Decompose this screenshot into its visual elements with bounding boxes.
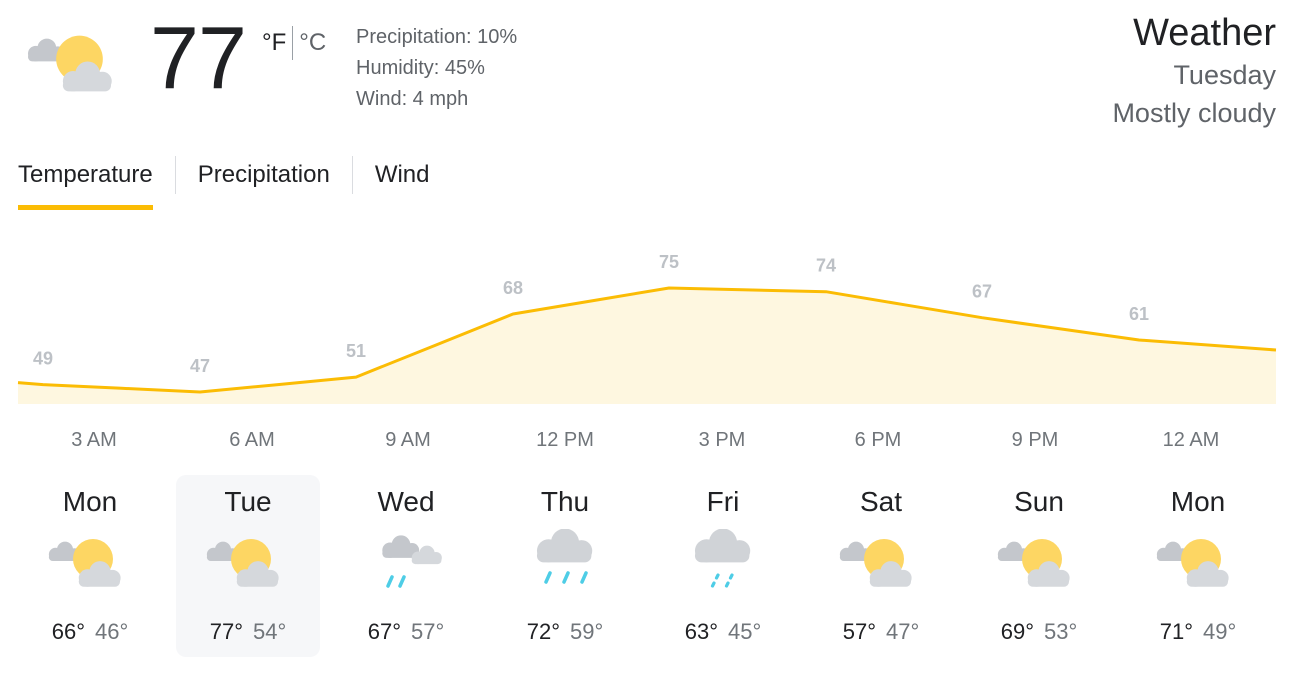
widget-title: Weather	[1133, 12, 1276, 54]
high-temp: 72°	[526, 619, 560, 644]
forecast-day-sun[interactable]: Sun 69° 53°	[967, 475, 1111, 657]
low-temp: 54°	[253, 619, 287, 644]
high-temp: 77°	[209, 619, 243, 644]
light-rain-icon	[678, 528, 768, 601]
partly-cloudy-icon	[203, 529, 293, 601]
high-temp: 63°	[684, 619, 718, 644]
partly-cloudy-icon	[994, 529, 1084, 601]
tab-divider	[174, 156, 176, 194]
time-label: 12 AM	[1162, 429, 1220, 451]
day-temperatures: 72° 59°	[493, 617, 637, 647]
day-temperatures: 66° 46°	[18, 617, 162, 647]
time-label: 3 PM	[698, 429, 746, 451]
day-temperatures: 63° 45°	[651, 617, 795, 647]
humidity-detail: Humidity: 45%	[356, 57, 485, 79]
temperature-data-label: 67	[972, 282, 992, 302]
precipitation-detail: Precipitation: 10%	[356, 26, 518, 48]
forecast-day-fri[interactable]: Fri 63° 45°	[651, 475, 795, 657]
forecast-day-thu[interactable]: Thu 72° 59°	[493, 475, 637, 657]
low-temp: 47°	[886, 619, 920, 644]
partly-cloudy-icon	[18, 24, 134, 108]
day-temperatures: 77° 54°	[176, 617, 320, 647]
unit-toggle: °F °C	[262, 26, 326, 60]
temperature-data-label: 61	[1129, 304, 1149, 324]
time-label: 12 PM	[536, 429, 594, 451]
temperature-data-label: 75	[659, 252, 679, 272]
high-temp: 57°	[842, 619, 876, 644]
current-condition: Mostly cloudy	[1112, 98, 1276, 128]
low-temp: 59°	[570, 619, 604, 644]
time-label: 9 PM	[1011, 429, 1059, 451]
time-label: 6 AM	[229, 429, 275, 451]
low-temp: 53°	[1044, 619, 1078, 644]
current-day: Tuesday	[1173, 60, 1276, 90]
temperature-chart: 49 47 51 68 75 74 67 61	[17, 252, 1277, 404]
day-name: Sat	[859, 486, 903, 517]
temperature-data-label: 68	[503, 278, 523, 298]
high-temp: 69°	[1000, 619, 1034, 644]
forecast-day-sat[interactable]: Sat 57° 47°	[809, 475, 953, 657]
day-name: Fri	[706, 486, 740, 517]
high-temp: 67°	[367, 619, 401, 644]
forecast-day-mon-next[interactable]: Mon 71° 49°	[1126, 475, 1270, 657]
low-temp: 45°	[728, 619, 762, 644]
rain-icon	[520, 528, 610, 601]
temperature-data-label: 49	[33, 349, 53, 369]
forecast-day-tue[interactable]: Tue 77° 54°	[176, 475, 320, 657]
high-temp: 71°	[1159, 619, 1193, 644]
low-temp: 57°	[411, 619, 445, 644]
tab-divider	[351, 156, 353, 194]
day-temperatures: 57° 47°	[809, 617, 953, 647]
temperature-data-label: 51	[346, 341, 366, 361]
day-name: Mon	[1170, 486, 1226, 517]
day-name: Sun	[1014, 486, 1064, 517]
wind-detail: Wind: 4 mph	[356, 88, 469, 110]
day-temperatures: 71° 49°	[1126, 617, 1270, 647]
current-temperature: 77	[150, 8, 247, 107]
forecast-day-mon[interactable]: Mon 66° 46°	[18, 475, 162, 657]
rain-cloudy-icon	[361, 529, 451, 601]
low-temp: 46°	[95, 619, 129, 644]
partly-cloudy-icon	[1153, 529, 1243, 601]
time-label: 6 PM	[854, 429, 902, 451]
day-temperatures: 69° 53°	[967, 617, 1111, 647]
tab-precipitation[interactable]: Precipitation	[198, 156, 330, 211]
day-name: Wed	[377, 486, 435, 517]
unit-separator	[292, 26, 294, 60]
temperature-data-label: 74	[816, 256, 836, 276]
header-summary: Weather Tuesday Mostly cloudy	[1112, 10, 1276, 132]
chart-tabs: Temperature Precipitation Wind	[18, 156, 430, 211]
temperature-data-label: 47	[190, 356, 210, 376]
fahrenheit-unit[interactable]: °F	[262, 27, 286, 59]
day-name: Tue	[224, 486, 272, 517]
tab-wind[interactable]: Wind	[375, 156, 430, 211]
partly-cloudy-icon	[836, 529, 926, 601]
temperature-area	[18, 288, 1276, 404]
high-temp: 66°	[51, 619, 85, 644]
day-temperatures: 67° 57°	[334, 617, 478, 647]
low-temp: 49°	[1203, 619, 1237, 644]
day-name: Mon	[62, 486, 118, 517]
time-label: 3 AM	[71, 429, 117, 451]
weather-details: Precipitation: 10% Humidity: 45% Wind: 4…	[356, 22, 517, 115]
forecast-day-wed[interactable]: Wed 67° 57°	[334, 475, 478, 657]
day-name: Thu	[540, 486, 590, 517]
partly-cloudy-icon	[45, 529, 135, 601]
tab-temperature[interactable]: Temperature	[18, 156, 153, 211]
time-label: 9 AM	[385, 429, 431, 451]
celsius-unit[interactable]: °C	[299, 27, 326, 59]
